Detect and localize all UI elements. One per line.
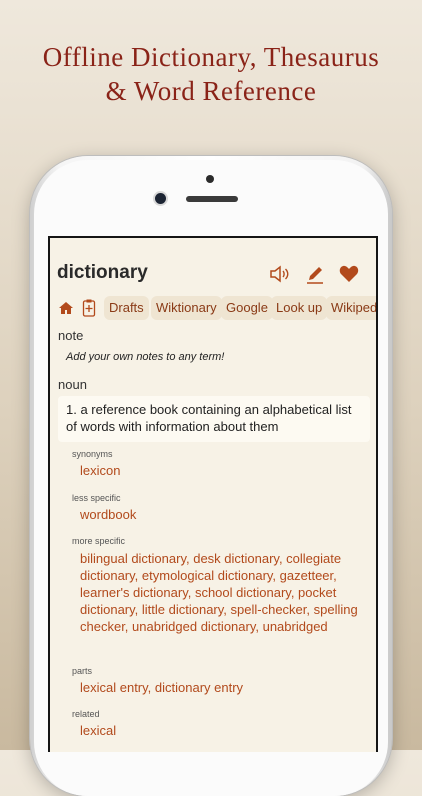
headline-line-2: & Word Reference	[105, 76, 317, 106]
note-header: note	[58, 328, 84, 343]
headline: Offline Dictionary, Thesaurus & Word Ref…	[0, 40, 422, 108]
related-link[interactable]: lexical	[80, 722, 370, 739]
note-placeholder[interactable]: Add your own notes to any term!	[66, 351, 224, 363]
noun-header: noun	[58, 377, 87, 392]
less-specific-label: less specific	[72, 493, 121, 503]
more-specific-links[interactable]: bilingual dictionary, desk dictionary, c…	[80, 550, 370, 635]
headline-line-1: Offline Dictionary, Thesaurus	[42, 42, 380, 72]
parts-links[interactable]: lexical entry, dictionary entry	[80, 679, 370, 696]
earpiece-speaker	[186, 196, 238, 202]
less-specific-link[interactable]: wordbook	[80, 506, 370, 523]
synonyms-label: synonyms	[72, 449, 113, 459]
tab-google[interactable]: Google	[221, 296, 273, 320]
definition-text: 1. a reference book containing an alphab…	[66, 402, 352, 434]
parts-label: parts	[72, 666, 93, 676]
entry-header: dictionary	[50, 238, 376, 290]
tab-wikipedia[interactable]: Wikiped	[326, 296, 376, 320]
related-label: related	[72, 709, 100, 719]
pencil-icon[interactable]	[304, 263, 326, 285]
source-tabs: Drafts Wiktionary Google Look up Wikiped	[50, 294, 376, 324]
tab-drafts[interactable]: Drafts	[104, 296, 149, 320]
entry-word: dictionary	[57, 262, 148, 283]
app-screen: dictionary Drafts Wiktionary Google Look…	[48, 236, 378, 752]
proximity-sensor	[206, 175, 214, 183]
more-specific-label: more specific	[72, 536, 126, 546]
tab-look-up[interactable]: Look up	[271, 296, 328, 320]
speaker-icon[interactable]	[268, 263, 290, 285]
tab-wiktionary[interactable]: Wiktionary	[151, 296, 222, 320]
synonyms-link[interactable]: lexicon	[80, 462, 370, 479]
definition-card: 1. a reference book containing an alphab…	[58, 396, 370, 442]
heart-icon[interactable]	[338, 263, 360, 285]
add-document-icon[interactable]	[82, 299, 96, 317]
home-icon[interactable]	[58, 300, 74, 316]
front-camera	[155, 193, 166, 204]
